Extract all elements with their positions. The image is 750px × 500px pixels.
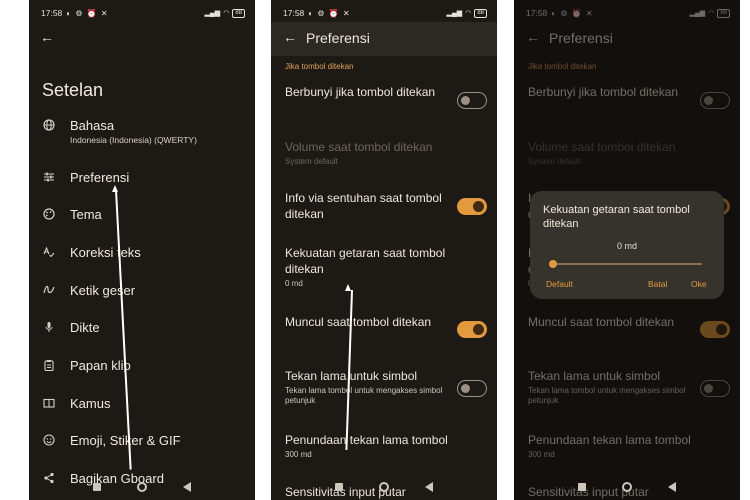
globe-icon [42,119,56,133]
nav-bar [271,482,497,492]
vibration-slider[interactable] [549,260,702,268]
cancel-button[interactable]: Batal [648,279,667,289]
pref-penundaan[interactable]: Penundaan tekan lama tombol 300 md [285,432,487,460]
home-icon[interactable] [622,482,632,492]
pref-muncul[interactable]: Muncul saat tombol ditekan [285,314,487,338]
status-bar: 17:58 ◐ ⚙ ⏰ ✕ ▂▄▆ ◠ 88 [41,6,245,20]
nav-bar [514,482,740,492]
pref-title: Berbunyi jika tombol ditekan [285,85,436,99]
recents-icon[interactable] [335,483,343,491]
page-title: Preferensi [306,30,370,46]
spellcheck-icon [42,246,56,260]
notification-icons: ◐ ⚙ ⏰ ✕ [66,8,109,18]
back-icon[interactable] [668,482,676,492]
ok-button[interactable]: Oke [691,279,707,289]
menu-item-label: Tema [70,207,102,222]
page-title: Setelan [42,80,104,100]
dialog-title: Kekuatan getaran saat tombol ditekan [543,204,690,230]
pref-tekan-lama[interactable]: Tekan lama untuk simbol Tekan lama tombo… [285,368,487,406]
menu-item-tema[interactable]: Tema [42,207,249,223]
menu-item-label: Koreksi teks [70,245,141,260]
vibration-strength-dialog: Kekuatan getaran saat tombol ditekan 0 m… [530,191,724,299]
menu-item-bahasa[interactable]: Bahasa Indonesia (Indonesia) (QWERTY) [42,118,249,145]
pref-volume: Volume saat tombol ditekan System defaul… [285,139,487,167]
sound-toggle[interactable] [457,92,487,109]
book-icon [42,397,56,411]
pref-title: Muncul saat tombol ditekan [285,315,432,329]
menu-item-emoji[interactable]: Emoji, Stiker & GIF [42,433,249,449]
mic-icon [42,321,56,335]
gesture-icon [42,284,56,298]
status-bar: 17:58 ◐ ⚙ ⏰ ✕ ▂▄▆ ◠ 88 [283,6,487,20]
pref-title: Penundaan tekan lama tombol [285,433,448,447]
menu-item-label: Ketik geser [70,283,136,298]
home-icon[interactable] [379,482,389,492]
pref-subtitle: 0 md [285,279,303,288]
menu-item-label: Preferensi [70,170,130,185]
menu-item-label: Kamus [70,396,111,411]
notification-icons: ◐ ⚙ ⏰ ✕ [308,8,351,18]
nav-bar [29,482,255,492]
menu-item-dikte[interactable]: Dikte [42,320,249,336]
tune-icon [42,171,56,185]
menu-item-label: Bahasa [70,118,115,133]
pref-subtitle: System default [285,157,338,166]
menu-item-label: Dikte [70,320,100,335]
menu-item-koreksi-teks[interactable]: Koreksi teks [42,245,249,261]
wifi-icon: ◠ [465,10,472,17]
longpress-toggle[interactable] [457,380,487,397]
pref-kekuatan-getaran[interactable]: Kekuatan getaran saat tombol ditekan 0 m… [285,245,487,289]
back-arrow-icon[interactable]: ← [283,29,297,45]
pref-title: Info via sentuhan saat tombol ditekan [285,191,442,221]
battery-icon: 88 [232,8,245,18]
menu-item-label: Emoji, Stiker & GIF [70,433,181,448]
clipboard-icon [42,359,56,373]
default-button[interactable]: Default [546,279,573,289]
pref-subtitle: Tekan lama tombol untuk mengakses simbol… [285,386,443,405]
menu-item-kamus[interactable]: Kamus [42,396,249,412]
signal-icon: ▂▄▆ [204,10,221,17]
slider-thumb[interactable] [549,260,557,268]
settings-screen: 17:58 ◐ ⚙ ⏰ ✕ ▂▄▆ ◠ 88 ← Setelan Bahasa … [29,0,255,500]
menu-item-papan-klip[interactable]: Papan klip [42,358,249,374]
menu-item-subtitle: Indonesia (Indonesia) (QWERTY) [70,135,197,145]
annotation-arrow-head [345,284,351,291]
preferences-screen: 17:58 ◐ ⚙ ⏰ ✕ ▂▄▆ ◠ 88 ← Preferensi Jika… [271,0,497,500]
back-arrow-icon[interactable]: ← [40,29,54,45]
status-time: 17:58 [283,8,305,18]
status-time: 17:58 [41,8,63,18]
slider-value: 0 md [616,241,637,251]
emoji-icon [42,434,56,448]
wifi-icon: ◠ [223,10,230,17]
section-header: Jika tombol ditekan [285,62,354,71]
home-icon[interactable] [137,482,147,492]
menu-item-preferensi[interactable]: Preferensi [42,170,249,186]
signal-icon: ▂▄▆ [446,10,463,17]
menu-item-ketik-geser[interactable]: Ketik geser [42,283,249,299]
pref-title: Volume saat tombol ditekan [285,140,433,154]
pref-berbunyi[interactable]: Berbunyi jika tombol ditekan [285,84,487,109]
palette-icon [42,208,56,222]
annotation-arrow-head [112,185,118,192]
recents-icon[interactable] [93,483,101,491]
pref-info-sentuhan[interactable]: Info via sentuhan saat tombol ditekan [285,190,487,222]
back-icon[interactable] [425,482,433,492]
menu-item-label: Papan klip [70,358,131,373]
popup-toggle[interactable] [457,321,487,338]
pref-subtitle: 300 md [285,450,312,459]
haptic-toggle[interactable] [457,198,487,215]
battery-icon: 88 [474,8,487,18]
pref-title: Tekan lama untuk simbol [285,369,418,383]
vibration-dialog-screen: 17:58 ◐ ⚙ ⏰ ✕ ▂▄▆ ◠ 88 ← Preferensi Jika… [514,0,740,500]
app-bar: ← Preferensi [271,22,497,56]
pref-title: Kekuatan getaran saat tombol ditekan [285,246,446,276]
recents-icon[interactable] [578,483,586,491]
back-icon[interactable] [183,482,191,492]
